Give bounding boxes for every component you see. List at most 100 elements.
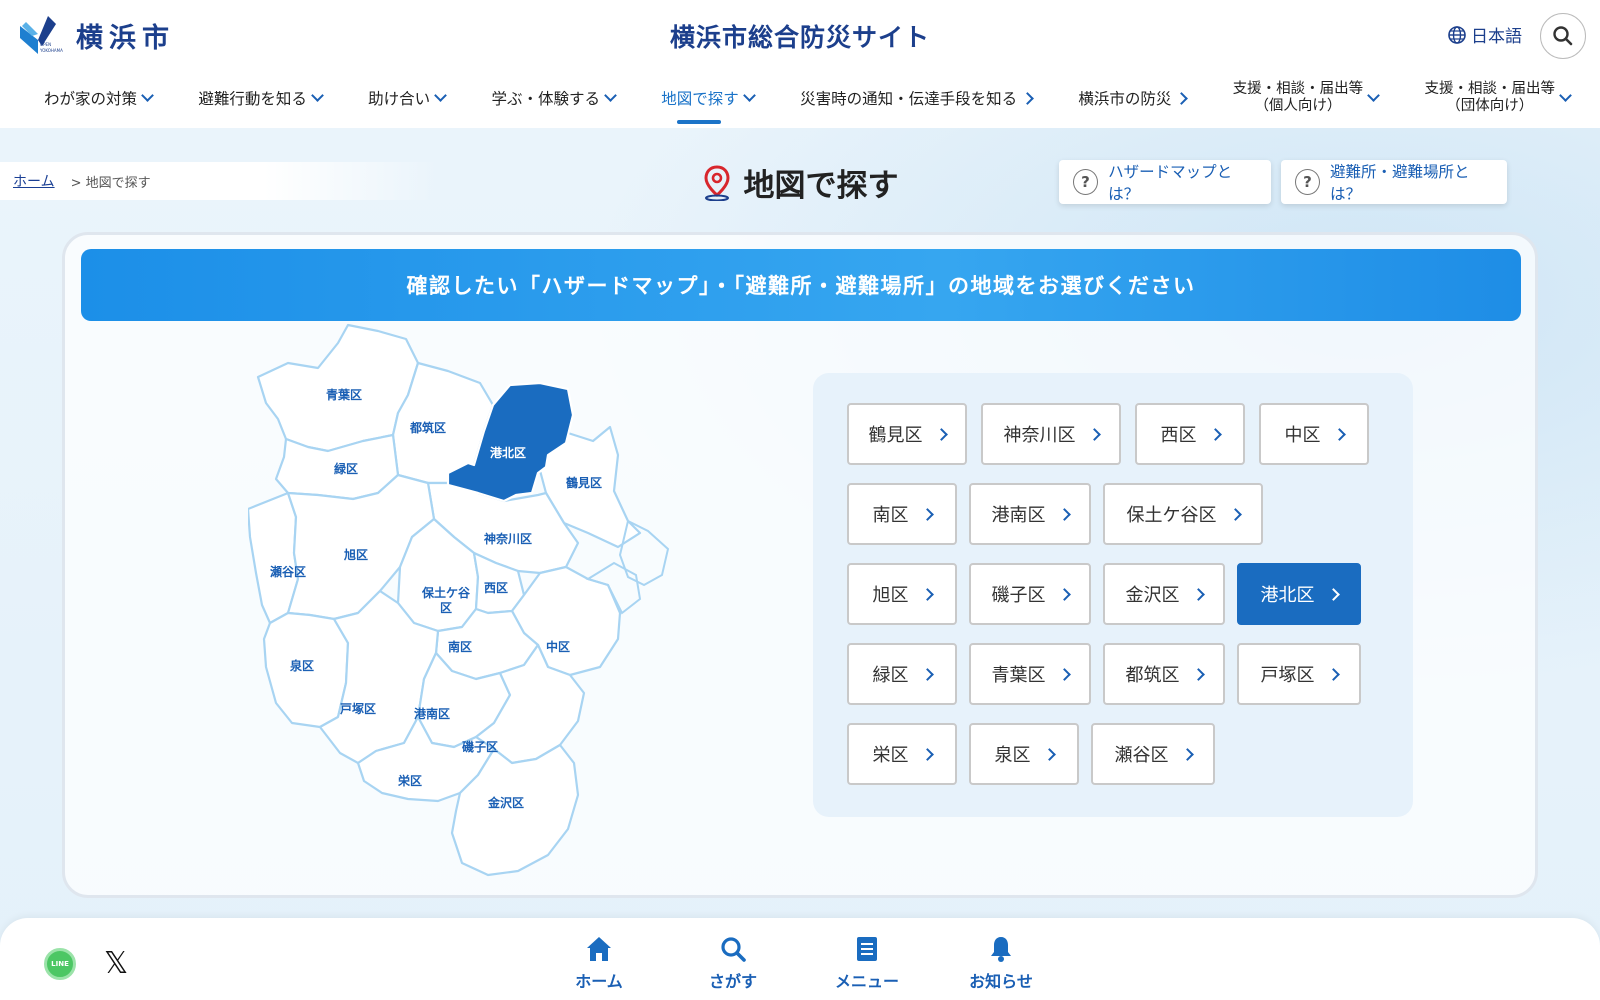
question-icon: ? (1295, 169, 1320, 195)
map-label-asahi: 旭区 (343, 547, 368, 562)
nav-item-learn[interactable]: 学ぶ・体験する (491, 70, 617, 126)
ward-button-label: 栄区 (872, 745, 909, 766)
map-label-hodogaya-2: 区 (440, 601, 452, 615)
shelter-help-button[interactable]: ? 避難所・避難場所とは？ (1281, 160, 1507, 204)
hazard-map-help-button[interactable]: ? ハザードマップとは？ (1059, 160, 1271, 204)
ward-button-naka[interactable]: 中区 (1259, 403, 1369, 465)
ward-button-izumi[interactable]: 泉区 (969, 723, 1079, 785)
map-label-tsuzuki: 都筑区 (409, 420, 446, 435)
chevron-right-icon (1228, 507, 1242, 521)
ward-button-kanagawa[interactable]: 神奈川区 (981, 403, 1121, 465)
map-label-seya: 瀬谷区 (269, 564, 306, 579)
ward-button-label: 旭区 (872, 585, 909, 606)
nav-label: 支援・相談・届出等 （団体向け） (1424, 81, 1555, 115)
ward-button-aoba[interactable]: 青葉区 (969, 643, 1091, 705)
ward-button-asahi[interactable]: 旭区 (847, 563, 957, 625)
nav-item-map-search[interactable]: 地図で探す (661, 70, 756, 126)
site-title: 横浜市総合防災サイト (669, 23, 930, 52)
nav-label: 助け合い (368, 90, 431, 108)
map-label-isogo: 磯子区 (462, 739, 498, 754)
nav-label: 横浜市の防災 (1078, 90, 1172, 108)
nav-item-home-measures[interactable]: わが家の対策 (44, 70, 154, 126)
ward-button-tsuzuki[interactable]: 都筑区 (1103, 643, 1225, 705)
chevron-down-icon (742, 89, 756, 102)
nav-label: 避難行動を知る (198, 90, 307, 108)
yokohama-ward-map: 青葉区 都筑区 港北区 緑区 鶴見区 神奈川区 旭区 瀬谷区 保土ケ谷 区 西区… (246, 323, 670, 877)
map-label-izumi: 泉区 (290, 658, 314, 673)
ward-button-label: 保土ケ谷区 (1126, 505, 1217, 526)
ward-button-label: 中区 (1284, 425, 1321, 446)
map-label-totsuka: 戸塚区 (340, 702, 376, 716)
chevron-right-icon (1326, 667, 1340, 681)
chevron-right-icon (1057, 587, 1071, 601)
bottom-nav-search[interactable]: さがす (701, 934, 765, 992)
ward-button-sakae[interactable]: 栄区 (847, 723, 957, 785)
chevron-right-icon (1021, 91, 1034, 105)
ward-button-label: 緑区 (872, 665, 909, 686)
bottom-nav-menu[interactable]: メニュー (835, 934, 899, 992)
bottom-bar: LINE 𝕏 ホーム さがす メニュー お知らせ (0, 918, 1600, 1000)
nav-item-city-disaster[interactable]: 横浜市の防災 (1078, 70, 1189, 126)
nav-label-line2: （個人向け） (1254, 98, 1342, 114)
site-header: OPEN YOKOHAMA 横浜市 横浜市総合防災サイト 日本語 わが家の対策 … (0, 0, 1600, 128)
ward-button-label: 戸塚区 (1260, 665, 1315, 686)
ward-button-konan[interactable]: 港南区 (969, 483, 1091, 545)
chevron-right-icon (1057, 507, 1071, 521)
chevron-down-icon (1559, 89, 1572, 102)
map-label-kohoku: 港北区 (490, 445, 526, 460)
ward-button-seya[interactable]: 瀬谷区 (1091, 723, 1215, 785)
chevron-right-icon (1191, 587, 1205, 601)
nav-label: 地図で探す (661, 90, 739, 108)
chevron-right-icon (1057, 667, 1071, 681)
ward-button-kohoku-selected[interactable]: 港北区 (1237, 563, 1361, 625)
page-title-text: 地図で探す (743, 168, 899, 204)
ward-button-midori[interactable]: 緑区 (847, 643, 957, 705)
ward-button-isogo[interactable]: 磯子区 (969, 563, 1091, 625)
ward-selector-panel: 鶴見区 神奈川区 西区 中区 南区 港南区 保土ケ谷区 旭区 磯子区 金沢区 港… (813, 373, 1413, 817)
ward-button-nishi[interactable]: 西区 (1135, 403, 1245, 465)
ward-button-kanazawa[interactable]: 金沢区 (1103, 563, 1225, 625)
search-button[interactable] (1540, 13, 1586, 59)
nav-item-notifications[interactable]: 災害時の通知・伝達手段を知る (800, 70, 1034, 126)
nav-label-line2: （団体向け） (1446, 98, 1534, 114)
nav-label: わが家の対策 (44, 90, 138, 108)
ward-map: 青葉区 都筑区 港北区 緑区 鶴見区 神奈川区 旭区 瀬谷区 保土ケ谷 区 西区… (246, 323, 768, 883)
chevron-right-icon (1191, 667, 1205, 681)
chevron-right-icon (920, 747, 934, 761)
chevron-right-icon (1087, 427, 1101, 441)
bottom-nav-home[interactable]: ホーム (567, 934, 631, 992)
home-icon (587, 937, 611, 961)
ward-button-totsuka[interactable]: 戸塚区 (1237, 643, 1361, 705)
bottom-nav-menu-label: メニュー (835, 972, 900, 991)
question-icon: ? (1073, 169, 1099, 195)
chevron-right-icon (1326, 587, 1340, 601)
map-label-kanazawa: 金沢区 (487, 795, 524, 810)
map-label-hodogaya-1: 保土ケ谷 (421, 585, 471, 600)
ward-button-label: 南区 (872, 505, 909, 526)
bottom-nav-news-label: お知らせ (969, 972, 1033, 991)
ward-button-minami[interactable]: 南区 (847, 483, 957, 545)
map-label-konan: 港南区 (414, 706, 450, 721)
bottom-nav-search-label: さがす (708, 972, 757, 991)
chevron-right-icon (1208, 427, 1222, 441)
ward-button-label: 泉区 (994, 745, 1031, 766)
chevron-right-icon (1175, 91, 1189, 105)
bottom-nav-home-label: ホーム (575, 972, 623, 991)
bottom-nav-news[interactable]: お知らせ (969, 934, 1033, 992)
nav-item-support-individual[interactable]: 支援・相談・届出等 （個人向け） (1233, 70, 1381, 126)
ward-button-hodogaya[interactable]: 保土ケ谷区 (1103, 483, 1263, 545)
ward-button-tsurumi[interactable]: 鶴見区 (847, 403, 967, 465)
bell-icon (991, 937, 1011, 962)
nav-item-mutual-aid[interactable]: 助け合い (368, 70, 448, 126)
language-label: 日本語 (1471, 27, 1522, 47)
nav-label: 学ぶ・体験する (491, 90, 600, 108)
nav-item-support-group[interactable]: 支援・相談・届出等 （団体向け） (1424, 70, 1572, 126)
bottom-nav: ホーム さがす メニュー お知らせ (0, 934, 1600, 992)
nav-item-evacuation[interactable]: 避難行動を知る (198, 70, 324, 126)
instruction-banner: 確認したい「ハザードマップ」・「避難所・避難場所」の地域をお選びください (81, 249, 1521, 321)
chevron-right-icon (1332, 427, 1346, 441)
chevron-right-icon (920, 587, 934, 601)
map-pin-icon (703, 164, 730, 201)
language-selector[interactable]: 日本語 (1447, 22, 1522, 47)
chevron-right-icon (920, 507, 934, 521)
